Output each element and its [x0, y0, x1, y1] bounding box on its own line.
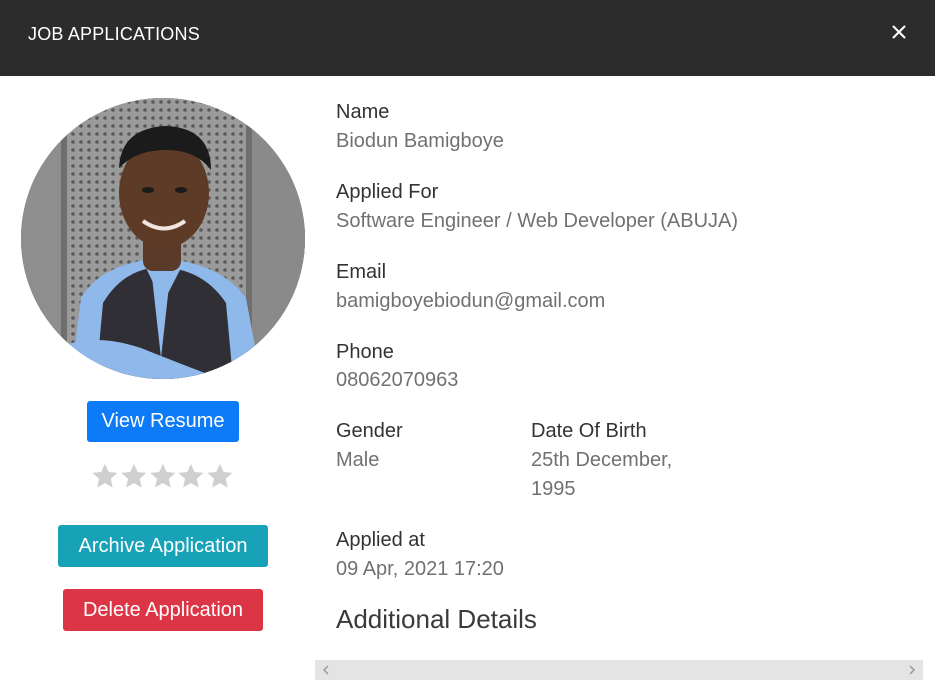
close-button[interactable]	[886, 19, 912, 45]
applied-at-value: 09 Apr, 2021 17:20	[336, 558, 504, 580]
star-icon[interactable]	[177, 462, 205, 490]
archive-application-button[interactable]: Archive Application	[58, 525, 268, 567]
dob-value-line2: 1995	[531, 478, 576, 500]
applicant-photo	[21, 98, 305, 379]
star-icon[interactable]	[206, 462, 234, 490]
phone-value: 08062070963	[336, 369, 459, 391]
star-icon[interactable]	[149, 462, 177, 490]
close-icon	[892, 25, 906, 39]
dob-value-line1: 25th December,	[531, 449, 673, 471]
applied-for-label: Applied For	[336, 181, 439, 203]
name-value: Biodun Bamigboye	[336, 130, 504, 152]
chevron-left-icon	[322, 665, 329, 675]
modal-header: JOB APPLICATIONS	[0, 0, 935, 76]
star-icon[interactable]	[91, 462, 119, 490]
star-icon[interactable]	[120, 462, 148, 490]
applicant-photo-graphic	[21, 98, 305, 379]
applied-at-label: Applied at	[336, 529, 425, 551]
gender-value: Male	[336, 449, 380, 471]
horizontal-scrollbar[interactable]	[315, 660, 923, 680]
email-value: bamigboyebiodun@gmail.com	[336, 290, 606, 312]
additional-details-heading: Additional Details	[336, 604, 537, 634]
view-resume-button[interactable]: View Resume	[87, 401, 239, 442]
scroll-right-button[interactable]	[904, 662, 920, 678]
gender-label: Gender	[336, 420, 403, 442]
scroll-left-button[interactable]	[318, 662, 334, 678]
delete-application-button[interactable]: Delete Application	[63, 589, 263, 631]
phone-label: Phone	[336, 341, 394, 363]
email-label: Email	[336, 261, 387, 283]
modal-title: JOB APPLICATIONS	[28, 24, 200, 44]
dob-label: Date Of Birth	[531, 420, 647, 442]
rating-stars	[91, 462, 234, 492]
name-label: Name	[336, 101, 390, 123]
applied-for-value: Software Engineer / Web Developer (ABUJA…	[336, 210, 739, 232]
chevron-right-icon	[909, 665, 916, 675]
